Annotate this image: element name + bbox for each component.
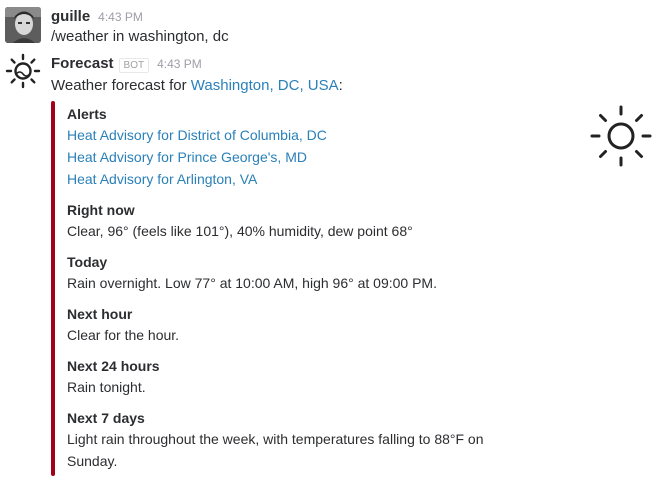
field-title-next-24-hours: Next 24 hours [67,358,160,374]
field-title-next-hour: Next hour [67,306,133,322]
field-title-right-now: Right now [67,202,135,218]
field-value-today: Rain overnight. Low 77° at 10:00 AM, hig… [67,275,437,291]
weather-attachment: Alerts Heat Advisory for District of Col… [51,101,652,476]
bot-message-header: Forecast BOT 4:43 PM [51,55,202,73]
attachment-accent-bar [51,101,55,476]
alert-link[interactable]: Heat Advisory for Arlington, VA [67,171,257,187]
user-photo-icon [5,7,41,43]
bot-badge: BOT [118,58,150,73]
alert-link[interactable]: Heat Advisory for District of Columbia, … [67,127,327,143]
intro-suffix: : [338,77,343,94]
bot-author-name[interactable]: Forecast [51,55,114,72]
user-message-text: /weather in washington, dc [51,28,229,45]
sun-icon [590,105,652,167]
alerts-title: Alerts [67,106,107,122]
user-avatar[interactable] [5,7,41,43]
field-value-next-7-days: Light rain throughout the week, with tem… [67,431,484,469]
alert-link[interactable]: Heat Advisory for Prince George's, MD [67,149,307,165]
bot-message-time[interactable]: 4:43 PM [157,57,202,71]
user-author-name[interactable]: guille [51,8,90,25]
field-value-next-hour: Clear for the hour. [67,327,180,343]
field-value-next-24-hours: Rain tonight. [67,379,146,395]
field-value-right-now: Clear, 96° (feels like 101°), 40% humidi… [67,223,413,239]
bot-avatar[interactable] [5,53,41,89]
field-title-next-7-days: Next 7 days [67,410,145,426]
field-title-today: Today [67,254,108,270]
bot-intro-text: Weather forecast for Washington, DC, USA… [51,77,343,94]
sun-forecast-icon [5,53,41,89]
location-link[interactable]: Washington, DC, USA [191,77,339,94]
user-message-header: guille 4:43 PM [51,8,143,25]
user-message-time[interactable]: 4:43 PM [98,10,143,24]
intro-prefix: Weather forecast for [51,77,191,94]
